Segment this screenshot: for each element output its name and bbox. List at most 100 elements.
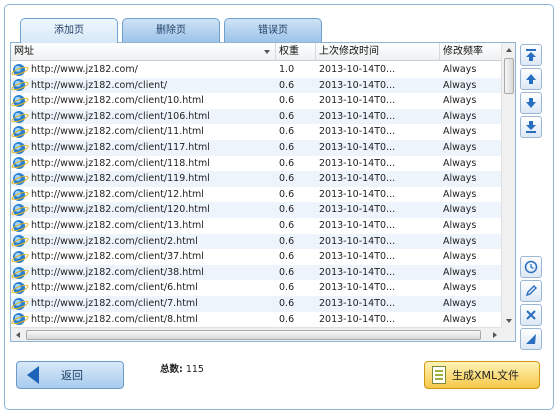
send-button[interactable] xyxy=(520,328,542,350)
edit-button[interactable] xyxy=(520,280,542,302)
table-row[interactable]: http://www.jz182.com/1.0 2013-10-14T0... A… xyxy=(11,62,502,78)
cell-frequency: Always xyxy=(443,219,477,231)
column-header-url[interactable]: 网址 xyxy=(11,43,276,61)
move-bottom-button[interactable] xyxy=(520,116,542,138)
cell-frequency: Always xyxy=(443,95,477,107)
cell-priority: 0.6 xyxy=(279,79,295,91)
cell-modified: 2013-10-14T0... xyxy=(319,282,396,294)
cell-frequency: Always xyxy=(443,173,477,185)
move-top-button[interactable] xyxy=(520,44,542,66)
table-row[interactable]: http://www.jz182.com/client/8.html 0.6 201… xyxy=(11,312,502,328)
cell-frequency: Always xyxy=(443,313,477,325)
ie-page-icon xyxy=(13,94,25,107)
cell-priority: 0.6 xyxy=(279,313,295,325)
ie-page-icon xyxy=(13,235,25,248)
table-row[interactable]: http://www.jz182.com/client/117.html 0.6 2… xyxy=(11,139,502,156)
set-time-button[interactable] xyxy=(520,256,542,278)
ie-page-icon xyxy=(13,282,25,295)
cell-priority: 0.6 xyxy=(279,126,295,138)
cell-priority: 0.6 xyxy=(279,235,295,247)
cell-modified: 2013-10-14T0... xyxy=(319,173,396,185)
table-row[interactable]: http://www.jz182.com/client/120.html 0.6 2… xyxy=(11,202,502,218)
back-button-label: 返回 xyxy=(61,369,83,382)
sort-arrow-icon[interactable] xyxy=(264,50,270,54)
total-count: 总数: 115 xyxy=(160,361,204,375)
clock-icon xyxy=(524,260,538,274)
edit-icon xyxy=(525,285,537,297)
cell-url: http://www.jz182.com/client/11.html xyxy=(11,124,276,140)
document-icon xyxy=(432,366,446,384)
table-row[interactable]: http://www.jz182.com/client/106.html 0.6 2… xyxy=(11,108,502,125)
ie-page-icon xyxy=(13,188,25,201)
table-row[interactable]: http://www.jz182.com/client/10.html 0.6 20… xyxy=(11,93,502,109)
cell-modified: 2013-10-14T0... xyxy=(319,95,396,107)
scroll-up-icon[interactable] xyxy=(502,43,515,57)
table-row[interactable]: http://www.jz182.com/client/11.html 0.6 20… xyxy=(11,124,502,140)
ie-page-icon xyxy=(13,313,25,326)
move-down-icon xyxy=(526,98,536,108)
move-up-button[interactable] xyxy=(520,68,542,90)
cell-url: http://www.jz182.com/client/118.html xyxy=(11,156,276,172)
url-table: 网址 权重 上次修改时间 修改频率 http://www.jz182.com/1… xyxy=(10,42,516,342)
cell-priority: 0.6 xyxy=(279,204,295,216)
vertical-scroll-thumb[interactable] xyxy=(504,58,514,94)
tab-add-pages[interactable]: 添加页 xyxy=(20,18,118,43)
table-row[interactable]: http://www.jz182.com/client/12.html 0.6 20… xyxy=(11,187,502,203)
tab-error-pages[interactable]: 错误页 xyxy=(224,18,322,42)
cell-priority: 0.6 xyxy=(279,219,295,231)
table-row[interactable]: http://www.jz182.com/client/0.6 2013-10-1… xyxy=(11,77,502,94)
cell-frequency: Always xyxy=(443,79,477,91)
vertical-scrollbar[interactable] xyxy=(501,43,515,328)
table-row[interactable]: http://www.jz182.com/client/37.html 0.6 20… xyxy=(11,249,502,265)
column-header-modified[interactable]: 上次修改时间 xyxy=(316,43,440,61)
total-value: 115 xyxy=(185,364,204,375)
cell-modified: 2013-10-14T0... xyxy=(319,297,396,309)
delete-button[interactable] xyxy=(520,304,542,326)
table-row[interactable]: http://www.jz182.com/client/38.html 0.6 20… xyxy=(11,264,502,281)
cell-priority: 0.6 xyxy=(279,297,295,309)
cell-modified: 2013-10-14T0... xyxy=(319,110,396,122)
table-row[interactable]: http://www.jz182.com/client/13.html 0.6 20… xyxy=(11,218,502,234)
tab-deleted-pages[interactable]: 删除页 xyxy=(122,18,220,42)
horizontal-scrollbar[interactable] xyxy=(11,327,502,341)
cell-url: http://www.jz182.com/client/2.html xyxy=(11,234,276,250)
ie-page-icon xyxy=(13,110,25,123)
cell-url: http://www.jz182.com/client/7.html xyxy=(11,296,276,312)
cell-modified: 2013-10-14T0... xyxy=(319,141,396,153)
move-bottom-icon xyxy=(526,121,536,133)
table-row[interactable]: http://www.jz182.com/client/119.html 0.6 2… xyxy=(11,171,502,187)
cell-modified: 2013-10-14T0... xyxy=(319,79,396,91)
column-header-priority[interactable]: 权重 xyxy=(276,43,316,61)
horizontal-scroll-thumb[interactable] xyxy=(26,330,481,340)
table-row[interactable]: http://www.jz182.com/client/2.html 0.6 201… xyxy=(11,233,502,250)
table-row[interactable]: http://www.jz182.com/client/6.html 0.6 201… xyxy=(11,280,502,296)
cell-url: http://www.jz182.com/client/117.html xyxy=(11,140,276,156)
cell-priority: 0.6 xyxy=(279,173,295,185)
cell-priority: 0.6 xyxy=(279,141,295,153)
scroll-left-icon[interactable] xyxy=(11,328,25,341)
cell-modified: 2013-10-14T0... xyxy=(319,126,396,138)
ie-page-icon xyxy=(13,63,25,76)
table-row[interactable]: http://www.jz182.com/client/118.html 0.6 2… xyxy=(11,156,502,172)
cell-frequency: Always xyxy=(443,64,477,75)
cell-frequency: Always xyxy=(443,204,477,216)
cell-frequency: Always xyxy=(443,282,477,294)
back-button[interactable]: 返回 xyxy=(16,361,124,389)
scroll-right-icon[interactable] xyxy=(488,328,502,341)
cell-priority: 0.6 xyxy=(279,266,295,278)
cell-url: http://www.jz182.com/client/ xyxy=(11,78,276,94)
cell-modified: 2013-10-14T0... xyxy=(319,188,396,200)
cell-priority: 0.6 xyxy=(279,157,295,169)
cell-frequency: Always xyxy=(443,266,477,278)
move-top-icon xyxy=(526,49,536,61)
cell-url: http://www.jz182.com/client/8.html xyxy=(11,312,276,328)
table-row[interactable]: http://www.jz182.com/client/7.html 0.6 201… xyxy=(11,295,502,312)
move-down-button[interactable] xyxy=(520,92,542,114)
cell-priority: 0.6 xyxy=(279,95,295,107)
ie-page-icon xyxy=(13,126,25,139)
cell-modified: 2013-10-14T0... xyxy=(319,157,396,169)
scroll-down-icon[interactable] xyxy=(502,314,515,328)
ie-page-icon xyxy=(13,297,25,310)
column-header-frequency[interactable]: 修改频率 xyxy=(440,43,502,61)
generate-xml-button[interactable]: 生成XML文件 xyxy=(424,361,540,389)
